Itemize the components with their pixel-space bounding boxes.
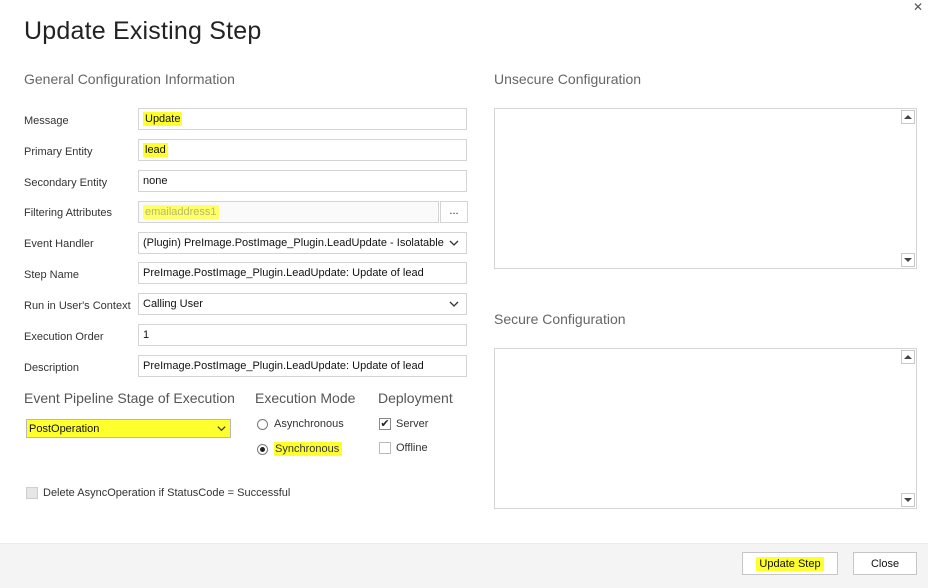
run-in-context-label: Run in User's Context bbox=[24, 300, 131, 312]
filtering-attributes-field[interactable]: emailaddress1 bbox=[138, 201, 439, 223]
unsecure-config-textarea[interactable] bbox=[494, 108, 917, 269]
update-step-label: Update Step bbox=[756, 556, 824, 571]
filtering-attributes-browse-button[interactable]: ... bbox=[440, 201, 468, 223]
secondary-entity-field[interactable]: none bbox=[138, 170, 467, 192]
close-button[interactable]: Close bbox=[853, 552, 917, 575]
description-value: PreImage.PostImage_Plugin.LeadUpdate: Up… bbox=[143, 360, 424, 372]
synchronous-label: Synchronous bbox=[274, 442, 343, 456]
unsecure-config-heading: Unsecure Configuration bbox=[494, 71, 642, 87]
scroll-up-icon[interactable] bbox=[901, 110, 915, 124]
scroll-up-icon[interactable] bbox=[901, 350, 915, 364]
delete-async-option[interactable]: Delete AsyncOperation if StatusCode = Su… bbox=[26, 487, 290, 499]
deployment-heading: Deployment bbox=[378, 390, 453, 406]
asynchronous-label: Asynchronous bbox=[274, 418, 344, 430]
secure-config-textarea[interactable] bbox=[494, 348, 917, 509]
primary-entity-field[interactable]: lead bbox=[138, 139, 467, 161]
close-button-label: Close bbox=[870, 557, 900, 570]
run-in-context-select[interactable]: Calling User bbox=[138, 293, 467, 315]
chevron-down-icon bbox=[217, 426, 226, 432]
secondary-entity-value: none bbox=[143, 175, 168, 187]
event-handler-select[interactable]: (Plugin) PreImage.PostImage_Plugin.LeadU… bbox=[138, 232, 467, 254]
update-step-button[interactable]: Update Step bbox=[742, 552, 838, 575]
step-name-field[interactable]: PreImage.PostImage_Plugin.LeadUpdate: Up… bbox=[138, 262, 467, 284]
offline-label: Offline bbox=[396, 442, 428, 454]
scroll-down-icon[interactable] bbox=[901, 493, 915, 507]
server-option[interactable]: ✔ Server bbox=[379, 418, 428, 430]
filtering-attributes-label: Filtering Attributes bbox=[24, 207, 113, 219]
primary-entity-value: lead bbox=[143, 143, 168, 157]
synchronous-radio[interactable] bbox=[257, 443, 268, 455]
asynchronous-option[interactable]: Asynchronous bbox=[257, 418, 344, 430]
close-icon[interactable]: ✕ bbox=[911, 0, 925, 14]
offline-option[interactable]: Offline bbox=[379, 442, 428, 454]
pipeline-stage-heading: Event Pipeline Stage of Execution bbox=[24, 390, 235, 406]
secondary-entity-label: Secondary Entity bbox=[24, 177, 108, 189]
chevron-down-icon bbox=[449, 240, 459, 246]
execution-order-value: 1 bbox=[143, 329, 150, 341]
server-label: Server bbox=[396, 418, 429, 430]
delete-async-label: Delete AsyncOperation if StatusCode = Su… bbox=[43, 487, 291, 499]
message-label: Message bbox=[24, 115, 69, 127]
execution-mode-heading: Execution Mode bbox=[255, 390, 356, 406]
general-config-heading: General Configuration Information bbox=[24, 71, 235, 87]
execution-order-field[interactable]: 1 bbox=[138, 324, 467, 346]
chevron-down-icon bbox=[449, 301, 459, 307]
execution-order-label: Execution Order bbox=[24, 331, 104, 343]
dialog-title: Update Existing Step bbox=[24, 17, 262, 45]
secure-config-heading: Secure Configuration bbox=[494, 311, 626, 327]
delete-async-checkbox[interactable] bbox=[26, 487, 38, 499]
radio-selected-dot bbox=[260, 446, 265, 452]
synchronous-option[interactable]: Synchronous bbox=[257, 442, 343, 456]
run-in-context-value: Calling User bbox=[143, 298, 203, 310]
primary-entity-label: Primary Entity bbox=[24, 146, 93, 158]
asynchronous-radio[interactable] bbox=[257, 418, 268, 430]
event-handler-label: Event Handler bbox=[24, 238, 94, 250]
description-field[interactable]: PreImage.PostImage_Plugin.LeadUpdate: Up… bbox=[138, 355, 467, 377]
scroll-down-icon[interactable] bbox=[901, 253, 915, 267]
checkmark-icon: ✔ bbox=[380, 418, 390, 430]
server-checkbox[interactable]: ✔ bbox=[379, 418, 391, 430]
message-value: Update bbox=[143, 112, 183, 126]
step-name-label: Step Name bbox=[24, 269, 80, 281]
pipeline-stage-value: PostOperation bbox=[29, 422, 100, 435]
step-name-value: PreImage.PostImage_Plugin.LeadUpdate: Up… bbox=[143, 267, 424, 279]
pipeline-stage-select[interactable]: PostOperation bbox=[26, 419, 231, 438]
message-field[interactable]: Update bbox=[138, 108, 467, 130]
event-handler-value: (Plugin) PreImage.PostImage_Plugin.LeadU… bbox=[143, 237, 444, 249]
filtering-attributes-value: emailaddress1 bbox=[143, 205, 219, 219]
description-label: Description bbox=[24, 362, 80, 374]
offline-checkbox[interactable] bbox=[379, 442, 391, 454]
